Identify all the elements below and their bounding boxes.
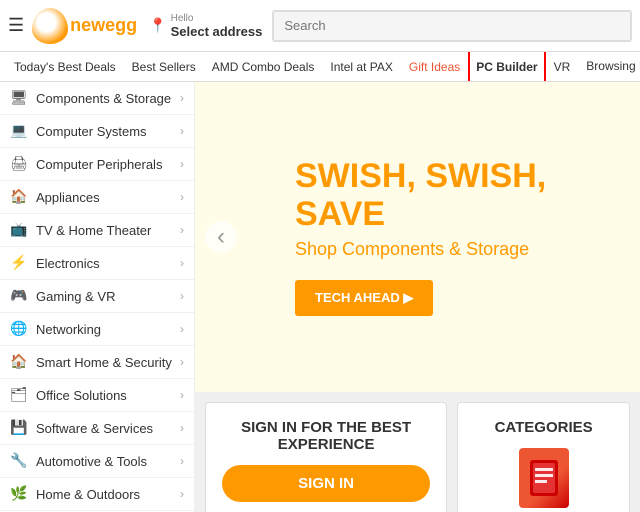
sidebar-item-appliances[interactable]: 🏠 Appliances › bbox=[0, 181, 194, 214]
sidebar-label-peripherals: Computer Peripherals bbox=[36, 157, 180, 172]
sidebar-label-tv: TV & Home Theater bbox=[36, 223, 180, 238]
sidebar-arrow-networking: › bbox=[180, 322, 184, 336]
sidebar-item-networking[interactable]: 🌐 Networking › bbox=[0, 313, 194, 346]
sidebar-arrow-software: › bbox=[180, 421, 184, 435]
automotive-icon: 🔧 bbox=[10, 452, 28, 470]
smarthome-icon: 🏠 bbox=[10, 353, 28, 371]
sidebar-label-automotive: Automotive & Tools bbox=[36, 454, 180, 469]
banner: ‹ SWISH, SWISH, SAVE Shop Components & S… bbox=[195, 82, 640, 392]
sidebar-label-office: Office Solutions bbox=[36, 388, 180, 403]
bottom-cards: SIGN IN FOR THE BEST EXPERIENCE SIGN IN … bbox=[195, 392, 640, 512]
sidebar-item-automotive[interactable]: 🔧 Automotive & Tools › bbox=[0, 445, 194, 478]
logo-text: newegg bbox=[70, 15, 137, 36]
nav-intel-pax[interactable]: Intel at PAX bbox=[322, 52, 400, 82]
header: ☰ newegg 📍 Hello Select address bbox=[0, 0, 640, 52]
signin-card: SIGN IN FOR THE BEST EXPERIENCE SIGN IN … bbox=[205, 402, 447, 512]
nav-vr[interactable]: VR bbox=[546, 52, 579, 82]
location-icon: 📍 bbox=[149, 17, 166, 34]
sidebar-item-software[interactable]: 💾 Software & Services › bbox=[0, 412, 194, 445]
sidebar-label-components: Components & Storage bbox=[36, 91, 180, 106]
sidebar-arrow-office: › bbox=[180, 388, 184, 402]
sidebar-arrow-home-outdoors: › bbox=[180, 487, 184, 501]
signin-button[interactable]: SIGN IN bbox=[222, 465, 430, 502]
main-layout: 🖥 Components & Storage › 💻 Computer Syst… bbox=[0, 82, 640, 512]
nav-gift-ideas[interactable]: Gift Ideas bbox=[401, 52, 468, 82]
hello-text: Hello bbox=[171, 13, 263, 24]
sidebar-label-networking: Networking bbox=[36, 322, 180, 337]
sidebar-item-smarthome[interactable]: 🏠 Smart Home & Security › bbox=[0, 346, 194, 379]
content-area: ‹ SWISH, SWISH, SAVE Shop Components & S… bbox=[195, 82, 640, 512]
banner-text-area: SWISH, SWISH, SAVE Shop Components & Sto… bbox=[295, 158, 600, 316]
banner-subtitle: Shop Components & Storage bbox=[295, 239, 600, 260]
address-area[interactable]: 📍 Hello Select address bbox=[149, 13, 262, 39]
sidebar-label-computer-systems: Computer Systems bbox=[36, 124, 180, 139]
select-address-label[interactable]: Select address bbox=[171, 24, 263, 39]
home-outdoors-icon: 🌿 bbox=[10, 485, 28, 503]
sidebar-item-home-outdoors[interactable]: 🌿 Home & Outdoors › bbox=[0, 478, 194, 511]
sidebar-item-tv[interactable]: 📺 TV & Home Theater › bbox=[0, 214, 194, 247]
gaming-icon: 🎮 bbox=[10, 287, 28, 305]
address-text-container: Hello Select address bbox=[171, 13, 263, 39]
sidebar-item-computer-systems[interactable]: 💻 Computer Systems › bbox=[0, 115, 194, 148]
electronics-icon: ⚡ bbox=[10, 254, 28, 272]
sidebar-item-gaming[interactable]: 🎮 Gaming & VR › bbox=[0, 280, 194, 313]
sidebar-label-appliances: Appliances bbox=[36, 190, 180, 205]
hamburger-menu[interactable]: ☰ bbox=[8, 15, 24, 36]
sidebar-arrow-appliances: › bbox=[180, 190, 184, 204]
sidebar-label-home-outdoors: Home & Outdoors bbox=[36, 487, 180, 502]
sidebar-arrow-gaming: › bbox=[180, 289, 184, 303]
sidebar-arrow-peripherals: › bbox=[180, 157, 184, 171]
nav-pc-builder[interactable]: PC Builder ↓ bbox=[468, 52, 545, 82]
computer-systems-icon: 💻 bbox=[10, 122, 28, 140]
sidebar-arrow-electronics: › bbox=[180, 256, 184, 270]
sidebar-label-smarthome: Smart Home & Security bbox=[36, 355, 180, 370]
appliances-icon: 🏠 bbox=[10, 188, 28, 206]
office-icon: 🗂 bbox=[10, 386, 28, 404]
sidebar-arrow-tv: › bbox=[180, 223, 184, 237]
signin-card-title: SIGN IN FOR THE BEST EXPERIENCE bbox=[222, 419, 430, 453]
sidebar-arrow-components: › bbox=[180, 91, 184, 105]
navbar: Today's Best Deals Best Sellers AMD Comb… bbox=[0, 52, 640, 82]
sidebar-arrow-automotive: › bbox=[180, 454, 184, 468]
sidebar-label-gaming: Gaming & VR bbox=[36, 289, 180, 304]
sidebar-arrow-computer-systems: › bbox=[180, 124, 184, 138]
sidebar-item-electronics[interactable]: ⚡ Electronics › bbox=[0, 247, 194, 280]
peripherals-icon: 🖨 bbox=[10, 155, 28, 173]
sidebar-item-peripherals[interactable]: 🖨 Computer Peripherals › bbox=[0, 148, 194, 181]
nav-browsing-history[interactable]: Browsing History bbox=[578, 52, 640, 82]
nav-amd-combo[interactable]: AMD Combo Deals bbox=[204, 52, 323, 82]
networking-icon: 🌐 bbox=[10, 320, 28, 338]
logo[interactable]: newegg bbox=[32, 8, 137, 44]
search-input[interactable] bbox=[272, 10, 632, 42]
banner-title: SWISH, SWISH, SAVE bbox=[295, 158, 600, 233]
software-icon: 💾 bbox=[10, 419, 28, 437]
banner-prev-button[interactable]: ‹ bbox=[205, 221, 237, 253]
pc-builder-label: PC Builder bbox=[476, 60, 537, 74]
nav-best-deals[interactable]: Today's Best Deals bbox=[6, 52, 124, 82]
sidebar-item-office[interactable]: 🗂 Office Solutions › bbox=[0, 379, 194, 412]
sidebar-arrow-smarthome: › bbox=[180, 355, 184, 369]
categories-card: CATEGORIES bbox=[457, 402, 630, 512]
banner-cta-button[interactable]: TECH AHEAD bbox=[295, 280, 433, 316]
nav-best-sellers[interactable]: Best Sellers bbox=[124, 52, 204, 82]
logo-egg-icon bbox=[32, 8, 68, 44]
tv-icon: 📺 bbox=[10, 221, 28, 239]
components-icon: 🖥 bbox=[10, 89, 28, 107]
sidebar-item-components[interactable]: 🖥 Components & Storage › bbox=[0, 82, 194, 115]
category-icon bbox=[519, 448, 569, 508]
sidebar: 🖥 Components & Storage › 💻 Computer Syst… bbox=[0, 82, 195, 512]
pc-builder-arrow-annotation: ↓ bbox=[503, 52, 511, 62]
categories-card-title: CATEGORIES bbox=[474, 419, 613, 436]
sidebar-label-software: Software & Services bbox=[36, 421, 180, 436]
sidebar-label-electronics: Electronics bbox=[36, 256, 180, 271]
